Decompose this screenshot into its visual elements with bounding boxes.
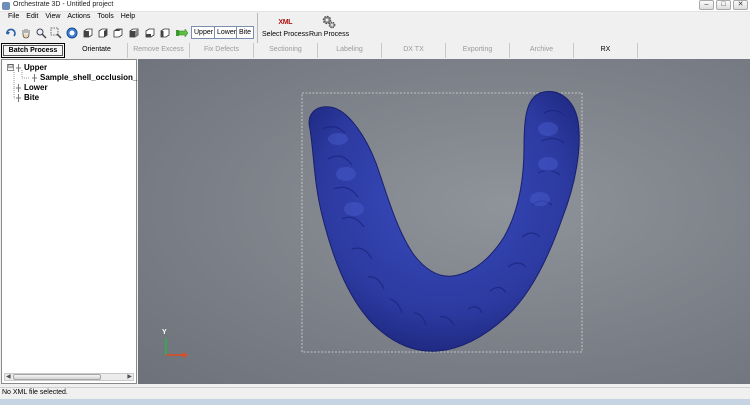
mesh-node-icon xyxy=(32,73,37,82)
tree-item-label: Upper xyxy=(24,63,48,72)
view-cube-left-icon[interactable] xyxy=(112,27,124,39)
view-cube-front-icon[interactable] xyxy=(82,27,94,39)
zoom-box-icon[interactable] xyxy=(50,27,62,39)
upper-toggle-button[interactable]: Upper xyxy=(191,26,217,39)
tree-node-icon xyxy=(16,63,21,72)
status-bar: No XML file selected. xyxy=(0,387,750,399)
tab-rx[interactable]: RX xyxy=(574,43,638,58)
tree-item-label: Bite xyxy=(24,93,40,102)
tree-item-lower[interactable]: Lower xyxy=(16,83,48,92)
collapse-icon[interactable]: ⊟ xyxy=(7,64,14,71)
close-button[interactable]: ✕ xyxy=(733,0,748,10)
menu-edit[interactable]: Edit xyxy=(24,12,43,24)
zoom-fit-icon[interactable] xyxy=(66,27,78,39)
xml-file-icon: XML xyxy=(278,18,293,26)
axis-y-label: Y xyxy=(162,329,167,336)
model-tree-panel: ⊟ Upper Sample_shell_occlusion_ Lower Bi… xyxy=(1,59,137,384)
tree-node-icon xyxy=(16,93,21,102)
tree-item-upper[interactable]: ⊟ Upper xyxy=(7,63,47,72)
rotate-icon[interactable] xyxy=(5,27,17,39)
tree-horizontal-scrollbar[interactable]: ◀ ▶ xyxy=(4,373,134,381)
viewport-canvas[interactable] xyxy=(138,59,750,384)
menu-help[interactable]: Help xyxy=(119,12,140,24)
run-process-label: Run Process xyxy=(309,31,350,38)
select-process-label: Select Process xyxy=(262,31,309,38)
tree-item-label: Lower xyxy=(24,83,48,92)
3d-viewport[interactable]: Y xyxy=(138,59,750,384)
scrollbar-thumb[interactable] xyxy=(13,374,101,380)
view-cube-right-icon[interactable] xyxy=(128,27,140,39)
tab-sectioning[interactable]: Sectioning xyxy=(254,43,318,58)
tree-node-icon xyxy=(16,83,21,92)
scroll-left-arrow-icon[interactable]: ◀ xyxy=(6,373,11,380)
select-process-button[interactable]: XML Select Process xyxy=(262,14,309,39)
tab-exporting[interactable]: Exporting xyxy=(446,43,510,58)
tree-item-bite[interactable]: Bite xyxy=(16,93,39,102)
toolbar-separator xyxy=(257,13,258,43)
toolbar: Upper Lower Bite xyxy=(0,24,750,43)
bite-toggle-button[interactable]: Bite xyxy=(236,26,255,39)
view-cube-bottom-icon[interactable] xyxy=(159,27,171,39)
window-title: Orchestrate 3D - Untitled project xyxy=(13,1,114,8)
tab-archive[interactable]: Archive xyxy=(510,43,574,58)
menu-view[interactable]: View xyxy=(43,12,65,24)
tree-item-sample-shell[interactable]: Sample_shell_occlusion_ xyxy=(32,73,137,82)
os-taskbar xyxy=(0,399,750,405)
tab-dx-tx[interactable]: DX TX xyxy=(382,43,446,58)
tab-orientate[interactable]: Orientate xyxy=(66,43,128,58)
tab-batch-process[interactable]: Batch Process xyxy=(1,43,65,58)
menu-file[interactable]: File xyxy=(6,12,24,24)
process-tab-bar: Batch Process Orientate Remove Excess Fi… xyxy=(0,43,750,58)
status-text: No XML file selected. xyxy=(2,389,68,396)
menu-actions[interactable]: Actions xyxy=(65,12,95,24)
zoom-icon[interactable] xyxy=(35,27,47,39)
tab-labeling[interactable]: Labeling xyxy=(318,43,382,58)
menu-bar: File Edit View Actions Tools Help xyxy=(0,12,750,24)
run-process-button[interactable]: Run Process xyxy=(309,14,349,38)
pan-hand-icon[interactable] xyxy=(20,27,32,39)
tree-item-label: Sample_shell_occlusion_ xyxy=(40,73,138,82)
maximize-button[interactable]: □ xyxy=(716,0,731,10)
title-bar: Orchestrate 3D - Untitled project – □ ✕ xyxy=(0,0,750,12)
tab-remove-excess[interactable]: Remove Excess xyxy=(128,43,190,58)
app-icon xyxy=(2,2,10,10)
tab-fix-defects[interactable]: Fix Defects xyxy=(190,43,254,58)
move-arrow-icon[interactable] xyxy=(175,27,189,39)
menu-tools[interactable]: Tools xyxy=(95,12,118,24)
scroll-right-arrow-icon[interactable]: ▶ xyxy=(127,373,132,380)
minimize-button[interactable]: – xyxy=(699,0,714,10)
gears-icon xyxy=(321,14,337,30)
view-cube-back-icon[interactable] xyxy=(97,27,109,39)
axis-gizmo xyxy=(165,338,188,358)
view-cube-top-icon[interactable] xyxy=(144,27,156,39)
